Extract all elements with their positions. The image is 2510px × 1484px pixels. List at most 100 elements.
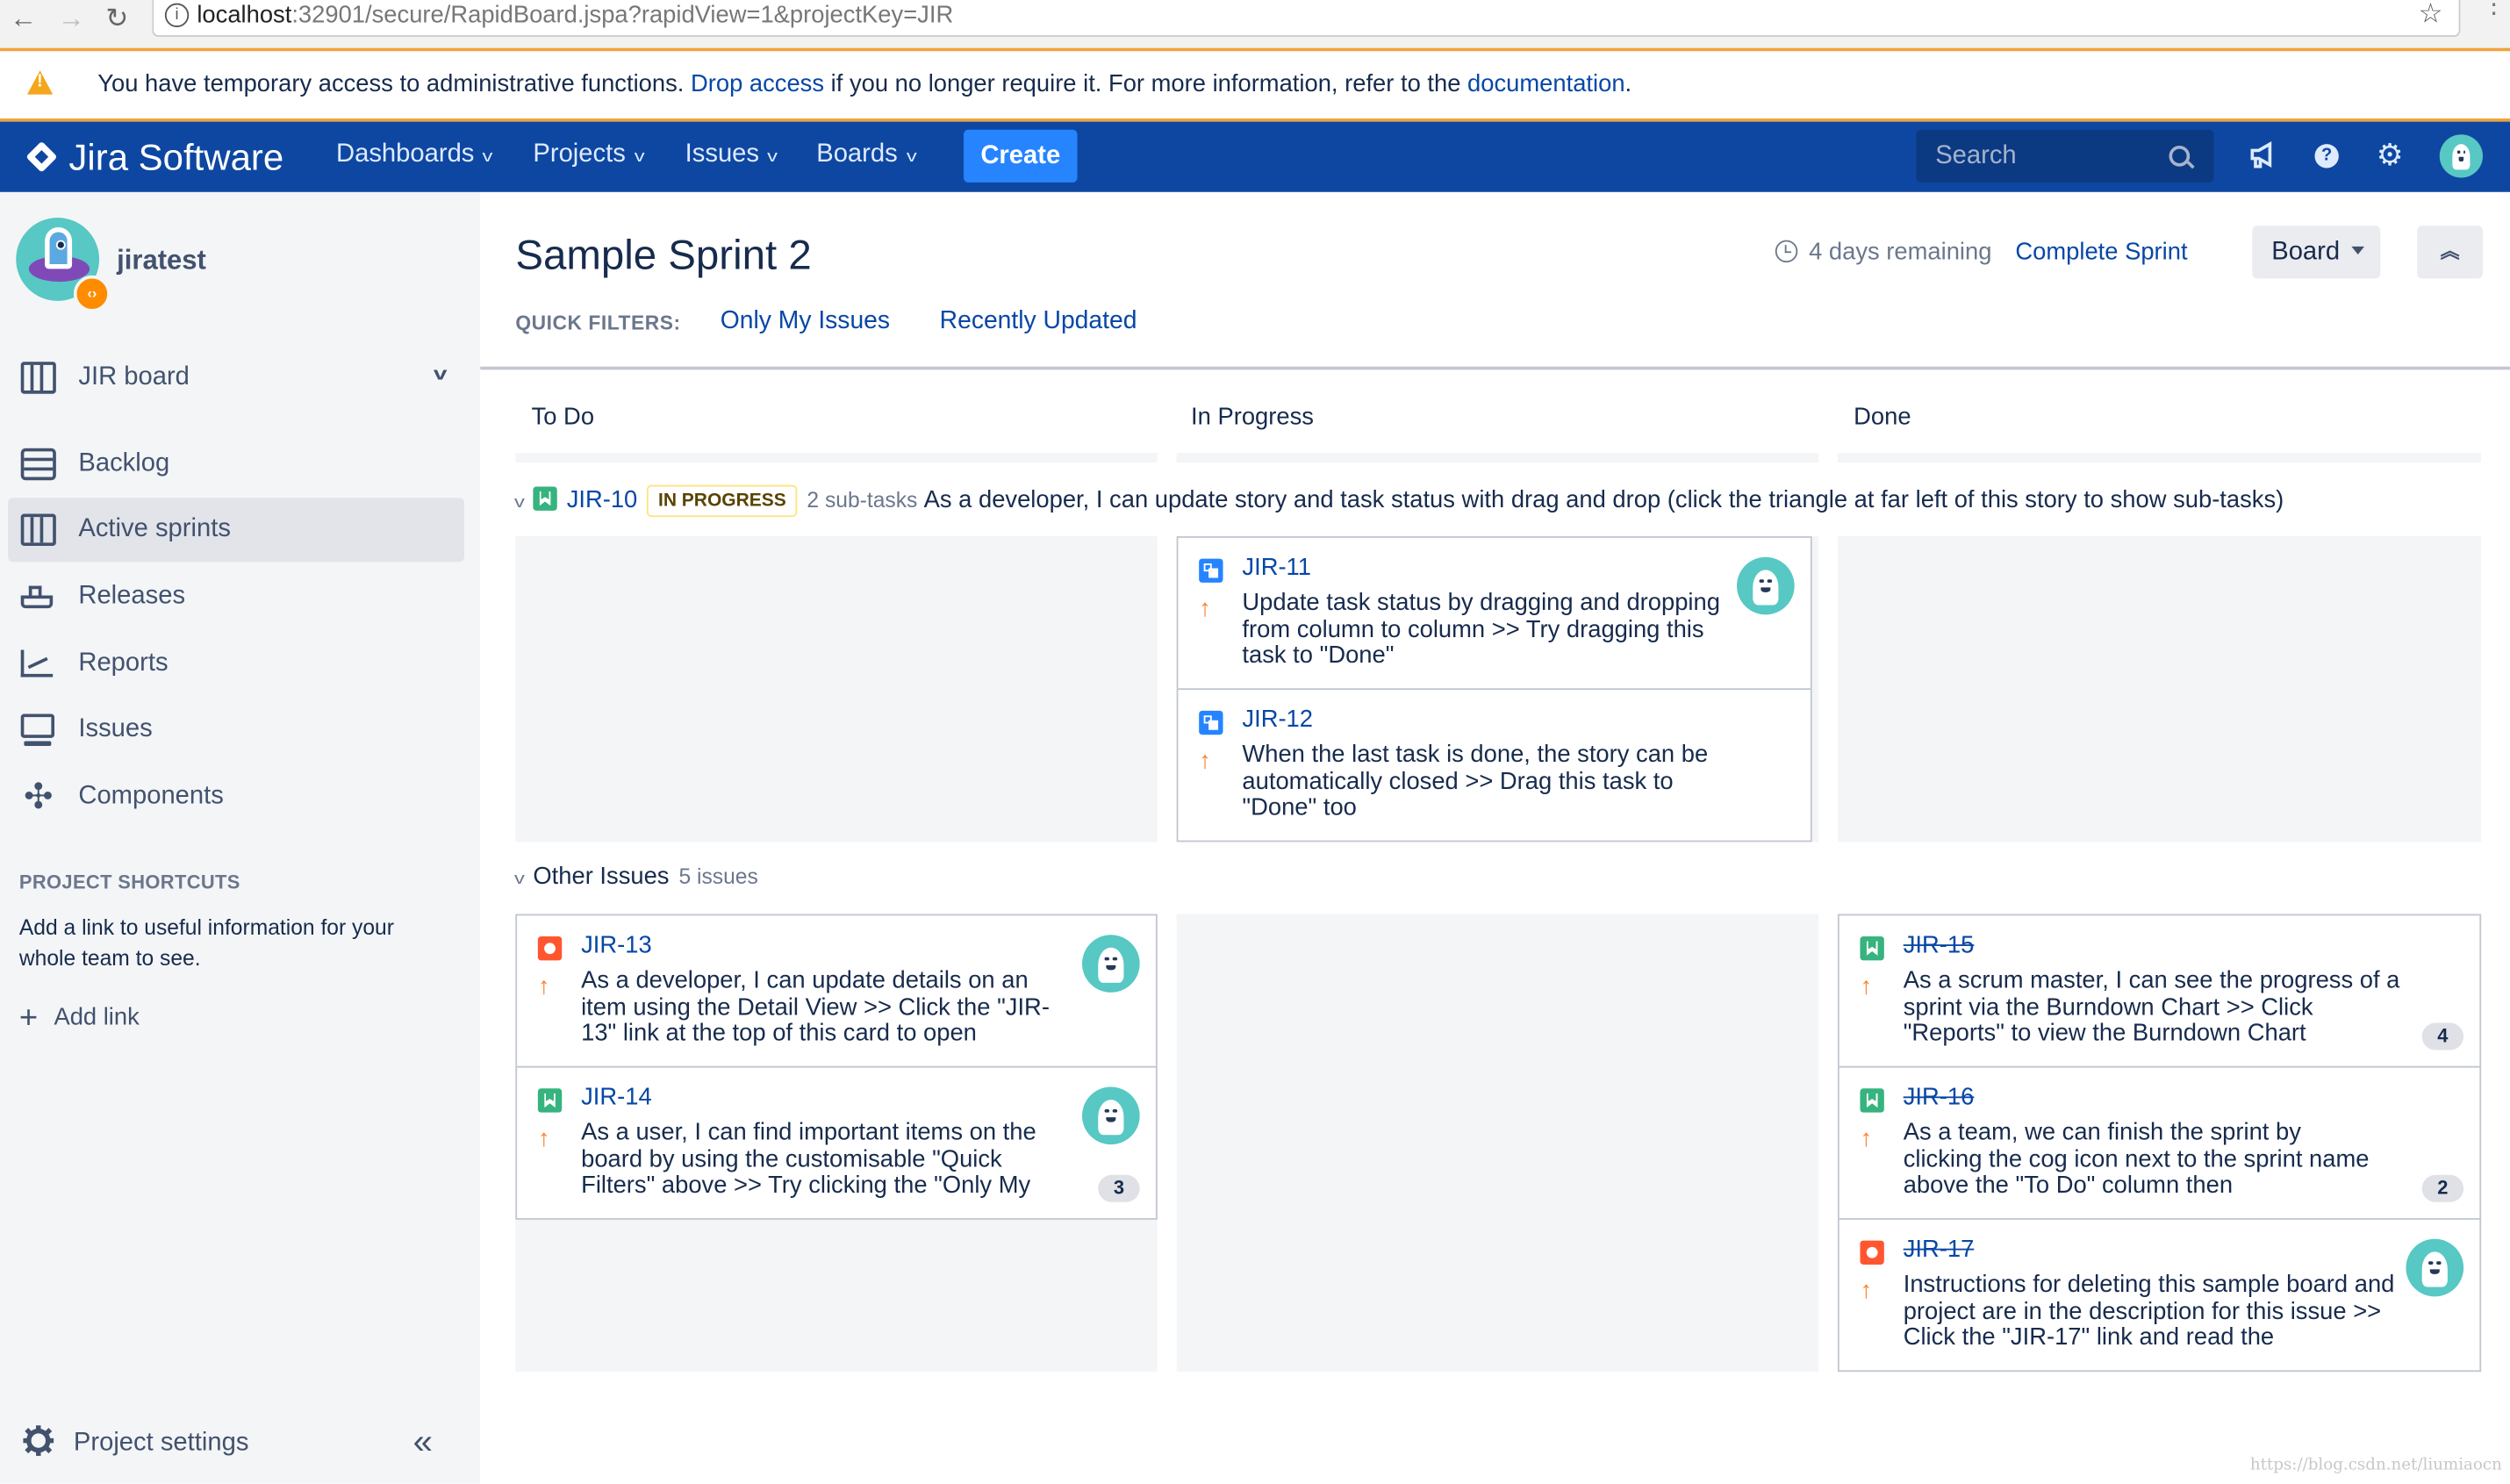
priority-high-icon: ↑ xyxy=(1860,1125,1873,1153)
issue-card-jir-16[interactable]: JIR-16 ↑ As a team, we can finish the sp… xyxy=(1837,1065,2482,1220)
page: ← → ↻ i localhost:32901/secure/RapidBoar… xyxy=(0,0,2510,1484)
complete-sprint-link[interactable]: Complete Sprint xyxy=(2015,239,2187,266)
issue-card-jir-17[interactable]: JIR-17 ↑ Instructions for deleting this … xyxy=(1837,1218,2482,1373)
story-icon xyxy=(1860,936,1884,961)
back-icon[interactable]: ← xyxy=(10,4,37,35)
sidebar-item-components[interactable]: ✣ Components xyxy=(8,765,464,829)
board-dropdown-button[interactable]: Board xyxy=(2252,226,2381,279)
create-button[interactable]: Create xyxy=(964,129,1078,183)
board-label: JIR board xyxy=(78,363,190,391)
search-input[interactable] xyxy=(1932,139,2163,175)
forward-icon[interactable]: → xyxy=(58,4,85,35)
nav-dashboards[interactable]: Dashboards v xyxy=(336,140,493,170)
admin-access-banner: You have temporary access to administrat… xyxy=(0,51,2510,122)
add-link-label: Add link xyxy=(54,1003,140,1031)
sidebar-item-active-sprints[interactable]: Active sprints xyxy=(8,498,464,563)
issue-card-jir-11[interactable]: JIR-11 ↑ Update task status by dragging … xyxy=(1176,536,1812,691)
reload-icon[interactable]: ↻ xyxy=(105,4,128,35)
remaining-text: 4 days remaining xyxy=(1809,238,1992,266)
story-icon xyxy=(537,1088,563,1113)
top-navigation: Jira Software Dashboards v Projects v Issu… xyxy=(0,121,2510,192)
chevron-down-icon[interactable]: v xyxy=(434,365,448,384)
chevron-down-icon: v xyxy=(906,148,917,167)
url-text: localhost:32901/secure/RapidBoard.jspa?r… xyxy=(197,0,953,32)
assignee-avatar[interactable] xyxy=(1737,556,1795,615)
card-summary: As a user, I can find important items on… xyxy=(581,1118,1036,1200)
card-key[interactable]: JIR-17 xyxy=(1904,1236,1975,1263)
swimlane-toggle-icon[interactable]: v xyxy=(514,495,525,513)
issue-key-link[interactable]: JIR-10 xyxy=(567,486,638,513)
clock-icon xyxy=(1775,240,1798,263)
bookmark-star-icon[interactable]: ☆ xyxy=(2419,0,2443,31)
quick-filter-only-my-issues[interactable]: Only My Issues xyxy=(721,307,890,336)
priority-high-icon: ↑ xyxy=(537,1125,550,1153)
nav-issues[interactable]: Issues v xyxy=(685,141,778,170)
issue-card-jir-15[interactable]: JIR-15 ↑ As a scrum master, I can see th… xyxy=(1837,914,2482,1068)
project-name[interactable]: jiratest xyxy=(117,245,206,276)
header-divider xyxy=(480,366,2510,369)
priority-high-icon: ↑ xyxy=(1199,595,1211,623)
help-icon[interactable]: ? xyxy=(2314,144,2339,168)
browser-menu-icon[interactable]: ⋮ xyxy=(2481,0,2506,18)
info-icon[interactable]: i xyxy=(164,3,190,28)
project-settings-link[interactable]: Project settings xyxy=(23,1424,249,1458)
address-bar[interactable]: i localhost:32901/secure/RapidBoard.jspa… xyxy=(152,0,2461,37)
sprint-remaining: 4 days remaining xyxy=(1775,238,1992,266)
sidebar-item-label: Releases xyxy=(78,582,186,610)
documentation-link[interactable]: documentation xyxy=(1467,70,1624,97)
bug-icon xyxy=(1860,1240,1884,1265)
card-key[interactable]: JIR-11 xyxy=(1242,554,1311,581)
assignee-avatar[interactable] xyxy=(2406,1238,2464,1297)
add-link-button[interactable]: + Add link xyxy=(19,1000,140,1037)
swimlane-toggle-icon[interactable]: v xyxy=(514,871,525,888)
gear-icon xyxy=(23,1425,54,1456)
user-avatar[interactable] xyxy=(2439,134,2483,178)
banner-text: You have temporary access to administrat… xyxy=(97,70,691,98)
card-key[interactable]: JIR-13 xyxy=(581,932,652,959)
column-inprogress-lane2 xyxy=(1176,914,1819,1373)
drop-access-link[interactable]: Drop access xyxy=(691,70,824,97)
issues-icon xyxy=(20,713,56,746)
card-key[interactable]: JIR-16 xyxy=(1904,1084,1975,1111)
column-bar xyxy=(1837,453,2482,463)
column-done-lane2: JIR-15 ↑ As a scrum master, I can see th… xyxy=(1837,914,2482,1373)
swimlane-summary: As a developer, I can update story and t… xyxy=(923,486,2284,514)
search-icon[interactable] xyxy=(2169,145,2191,167)
nav-boards[interactable]: Boards v xyxy=(816,140,917,170)
sidebar-item-reports[interactable]: Reports xyxy=(8,632,464,696)
project-settings-label: Project settings xyxy=(73,1429,249,1457)
issue-card-jir-14[interactable]: JIR-14 ↑ As a user, I can find important… xyxy=(515,1065,1158,1220)
settings-gear-icon[interactable]: ⚙ xyxy=(2374,140,2406,173)
sidebar-item-label: Issues xyxy=(78,715,153,743)
sidebar-item-issues[interactable]: Issues xyxy=(8,698,464,762)
nav-label: Dashboards xyxy=(336,140,475,168)
assignee-avatar[interactable] xyxy=(1082,1086,1140,1145)
collapse-sidebar-icon[interactable]: « xyxy=(413,1422,434,1463)
story-icon xyxy=(533,486,557,511)
nav-label: Boards xyxy=(816,140,898,168)
sidebar-item-releases[interactable]: Releases xyxy=(8,565,464,629)
column-header-in-progress: In Progress xyxy=(1191,403,1314,431)
card-key[interactable]: JIR-15 xyxy=(1904,932,1975,959)
browser-toolbar: ← → ↻ i localhost:32901/secure/RapidBoar… xyxy=(0,0,2510,52)
issue-card-jir-12[interactable]: JIR-12 ↑ When the last task is done, the… xyxy=(1176,688,1812,842)
board-switcher[interactable]: JIR board v xyxy=(8,346,464,410)
notifications-megaphone-icon[interactable] xyxy=(2248,141,2279,173)
double-chevron-up-icon: ︽ xyxy=(2440,240,2460,263)
jira-logo[interactable]: Jira Software xyxy=(24,134,283,179)
story-points-badge: 3 xyxy=(1098,1174,1140,1202)
card-key[interactable]: JIR-14 xyxy=(581,1084,652,1111)
sidebar-item-backlog[interactable]: Backlog xyxy=(8,432,464,496)
quick-filter-recently-updated[interactable]: Recently Updated xyxy=(940,307,1137,336)
jira-diamond-icon xyxy=(25,140,58,173)
assignee-avatar[interactable] xyxy=(1082,935,1140,993)
chevron-down-icon: v xyxy=(767,148,778,167)
search-box[interactable] xyxy=(1916,129,2214,183)
card-key[interactable]: JIR-12 xyxy=(1242,706,1313,733)
project-avatar[interactable]: ‹› xyxy=(16,218,111,312)
story-points-badge: 2 xyxy=(2421,1174,2464,1202)
expand-collapse-header-button[interactable]: ︽ xyxy=(2417,226,2483,279)
nav-projects[interactable]: Projects v xyxy=(533,141,644,170)
issue-card-jir-13[interactable]: JIR-13 ↑ As a developer, I can update de… xyxy=(515,914,1158,1068)
software-project-badge-icon: ‹› xyxy=(73,275,111,312)
